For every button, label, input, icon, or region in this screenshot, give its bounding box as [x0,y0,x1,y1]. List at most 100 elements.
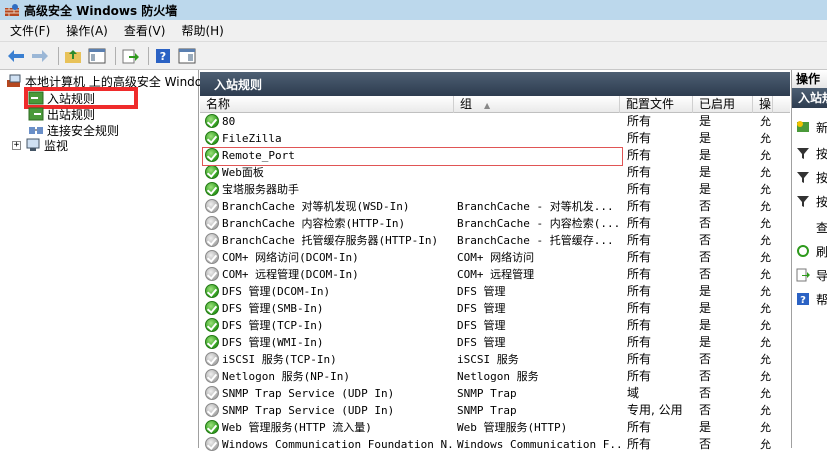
action-filter-group[interactable]: 按 [796,192,827,210]
rule-enabled-icon [205,131,219,145]
rule-enabled: 是 [699,284,712,298]
action-filter-state[interactable]: 按 [796,168,827,186]
help-icon: ? [797,293,809,306]
rule-enabled: 是 [699,301,712,315]
action-label: 查 [816,220,827,235]
rule-row[interactable]: Web面板 所有 是 允 [200,164,790,181]
back-arrow-icon[interactable] [6,46,26,66]
rule-row[interactable]: BranchCache 对等机发现(WSD-In) BranchCache - 对… [200,198,790,215]
rule-row[interactable]: COM+ 远程管理(DCOM-In) COM+ 远程管理 所有 否 允 [200,266,790,283]
rule-group: BranchCache - 托管缓存... [457,234,614,247]
rule-row[interactable]: SNMP Trap Service (UDP In) SNMP Trap 域 否 允 [200,385,790,402]
action-new-rule[interactable]: 新 [796,118,827,136]
sort-ascending-icon: ▲ [484,101,491,110]
rule-row[interactable]: Netlogon 服务(NP-In) Netlogon 服务 所有 否 允 [200,368,790,385]
rule-row[interactable]: iSCSI 服务(TCP-In) iSCSI 服务 所有 否 允 [200,351,790,368]
action-filter-profile[interactable]: 按 [796,144,827,162]
action-help[interactable]: ? 帮 [796,290,827,308]
toolbar-separator [148,46,149,65]
rule-enabled: 是 [699,165,712,179]
rule-group: iSCSI 服务 [457,353,519,366]
rules-pane: 入站规则 名称 组 ▲ 配置文件 已启用 操 80 所有是允 FileZilla 所有是… [200,70,790,451]
export-list-icon[interactable] [120,46,140,66]
properties-icon[interactable] [177,46,197,66]
rule-row[interactable]: 80 所有 是 允 [200,113,790,130]
monitoring-icon [26,138,40,151]
svg-text:?: ? [800,295,806,306]
rule-row[interactable]: DFS 管理(SMB-In) DFS 管理 所有 是 允 [200,300,790,317]
rule-row[interactable]: DFS 管理(DCOM-In) DFS 管理 所有 是 允 [200,283,790,300]
rule-action: 允 [760,166,771,179]
rule-action: 允 [760,421,771,434]
rule-group: DFS 管理 [457,285,506,298]
menu-help[interactable]: 帮助(H) [175,22,229,39]
inbound-rules-icon [28,91,44,105]
column-header-action[interactable]: 操 [753,96,773,113]
actions-section-title[interactable]: 入站规则 [792,88,827,108]
rule-row[interactable]: FileZilla 所有 是 允 [200,130,790,147]
action-label: 新 [816,120,827,135]
column-header-name[interactable]: 名称 [200,96,454,113]
rule-profile: 所有 [627,352,652,366]
rule-enabled: 否 [699,437,712,451]
rule-name: FileZilla [222,132,282,145]
rule-row[interactable]: DFS 管理(TCP-In) DFS 管理 所有 是 允 [200,317,790,334]
action-export-list[interactable]: 导 [796,266,827,284]
rule-row[interactable]: Web 管理服务(HTTP 流入量) Web 管理服务(HTTP) 所有 是 允 [200,419,790,436]
rule-name: BranchCache 托管缓存服务器(HTTP-In) [222,234,439,247]
rule-row[interactable]: 宝塔服务器助手 所有 是 允 [200,181,790,198]
tree-item-label: 监视 [44,138,69,153]
menu-file[interactable]: 文件(F) [4,22,56,39]
rule-row[interactable]: Windows Communication Foundation N... Win… [200,436,790,453]
show-hide-tree-icon[interactable] [87,46,107,66]
filter-icon [797,196,809,207]
column-header-group[interactable]: 组 ▲ [454,96,620,113]
tree-item-monitoring[interactable]: + 监视 [12,137,68,153]
action-refresh[interactable]: 刷 [796,242,827,260]
action-view[interactable]: 查 [816,218,827,236]
rule-profile: 所有 [627,148,652,162]
rule-disabled-icon [205,250,219,264]
up-folder-icon[interactable] [63,46,83,66]
rule-disabled-icon [205,199,219,213]
rule-group: Netlogon 服务 [457,370,539,383]
rule-action: 允 [760,404,771,417]
rule-row[interactable]: BranchCache 托管缓存服务器(HTTP-In) BranchCache … [200,232,790,249]
rule-profile: 所有 [627,284,652,298]
rule-action: 允 [760,251,771,264]
rule-name: DFS 管理(TCP-In) [222,319,324,332]
tree-item-outbound-rules[interactable]: 出站规则 [28,106,95,122]
window-title: 高级安全 Windows 防火墙 [24,3,178,18]
expand-icon[interactable]: + [12,140,21,150]
tree-item-connection-security-rules[interactable]: 连接安全规则 [28,122,119,138]
rule-row[interactable]: SNMP Trap Service (UDP In) SNMP Trap 专用, 公… [200,402,790,419]
rule-row[interactable]: BranchCache 内容检索(HTTP-In) BranchCache - 内… [200,215,790,232]
rule-name: 宝塔服务器助手 [222,183,299,196]
forward-arrow-icon[interactable] [30,46,50,66]
rule-enabled: 否 [699,352,712,366]
menu-view[interactable]: 查看(V) [118,22,172,39]
rule-action: 允 [760,319,771,332]
rule-enabled: 否 [699,250,712,264]
rule-action: 允 [760,353,771,366]
new-rule-icon [797,121,809,132]
rule-row[interactable]: DFS 管理(WMI-In) DFS 管理 所有 是 允 [200,334,790,351]
tree-item-inbound-rules[interactable]: 入站规则 [28,90,95,106]
rule-action: 允 [760,268,771,281]
column-header-profile[interactable]: 配置文件 [620,96,693,113]
rule-group: DFS 管理 [457,302,506,315]
menu-action[interactable]: 操作(A) [60,22,114,39]
rule-action: 允 [760,217,771,230]
column-header-enabled[interactable]: 已启用 [693,96,753,113]
rule-action: 允 [760,234,771,247]
help-icon[interactable]: ? [153,46,173,66]
firewall-computer-icon [7,74,21,87]
toolbar-separator [58,46,59,65]
rule-name: BranchCache 对等机发现(WSD-In) [222,200,410,213]
rule-profile: 所有 [627,216,652,230]
rule-disabled-icon [205,267,219,281]
rule-row[interactable]: COM+ 网络访问(DCOM-In) COM+ 网络访问 所有 否 允 [200,249,790,266]
rule-group: Web 管理服务(HTTP) [457,421,568,434]
rule-group: SNMP Trap [457,387,517,400]
rule-disabled-icon [205,369,219,383]
